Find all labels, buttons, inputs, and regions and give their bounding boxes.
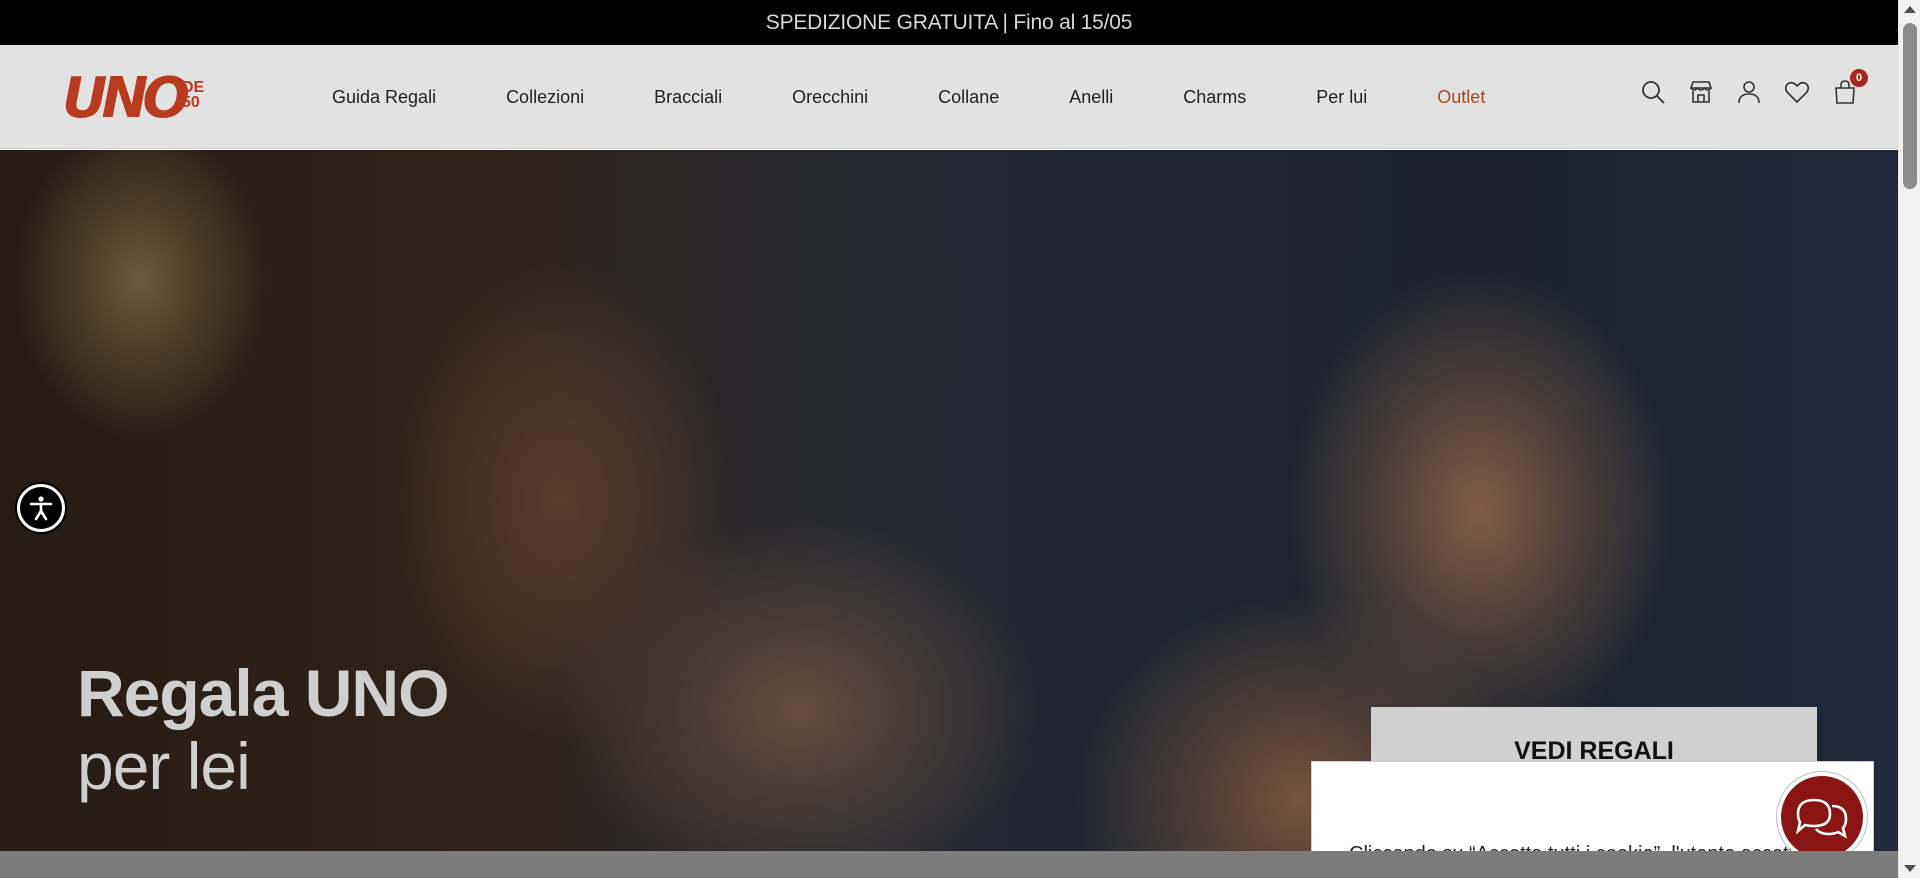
accessibility-icon bbox=[20, 487, 62, 529]
main-nav: Guida Regali Collezioni Bracciali Orecch… bbox=[332, 45, 1485, 149]
nav-item-collane[interactable]: Collane bbox=[938, 87, 999, 108]
site-header: UNO DE 50 Guida Regali Collezioni Bracci… bbox=[0, 45, 1898, 149]
store-icon[interactable] bbox=[1686, 77, 1716, 107]
nav-item-guida-regali[interactable]: Guida Regali bbox=[332, 87, 436, 108]
nav-item-collezioni[interactable]: Collezioni bbox=[506, 87, 584, 108]
hero-title: Regala UNO bbox=[77, 656, 449, 730]
hero-subtitle: per lei bbox=[77, 729, 251, 803]
announcement-text: SPEDIZIONE GRATUITA | Fino al 15/05 bbox=[765, 10, 1133, 34]
logo-wordmark: UNO bbox=[62, 66, 190, 131]
cart-bag-icon[interactable]: 0 bbox=[1830, 69, 1868, 107]
nav-item-orecchini[interactable]: Orecchini bbox=[792, 87, 868, 108]
nav-item-bracciali[interactable]: Bracciali bbox=[654, 87, 722, 108]
announcement-bar: SPEDIZIONE GRATUITA | Fino al 15/05 bbox=[0, 0, 1898, 45]
brand-logo[interactable]: UNO DE 50 bbox=[62, 66, 212, 131]
nav-item-charms[interactable]: Charms bbox=[1183, 87, 1246, 108]
accessibility-button[interactable] bbox=[15, 482, 67, 534]
hero-banner[interactable]: Regala UNO per lei VEDI REGALI bbox=[0, 150, 1898, 851]
search-icon[interactable] bbox=[1638, 77, 1668, 107]
nav-item-outlet[interactable]: Outlet bbox=[1437, 87, 1485, 108]
header-icons: 0 bbox=[1620, 69, 1868, 107]
chat-button[interactable] bbox=[1777, 772, 1867, 862]
account-icon[interactable] bbox=[1734, 77, 1764, 107]
chat-bubbles-icon bbox=[1795, 798, 1848, 839]
section-divider bbox=[0, 851, 1898, 878]
vertical-scrollbar[interactable] bbox=[1898, 0, 1920, 878]
nav-item-per-lui[interactable]: Per lui bbox=[1316, 87, 1367, 108]
nav-item-anelli[interactable]: Anelli bbox=[1069, 87, 1113, 108]
wishlist-heart-icon[interactable] bbox=[1782, 77, 1812, 107]
scroll-up-arrow-icon[interactable] bbox=[1904, 6, 1916, 13]
scroll-down-arrow-icon[interactable] bbox=[1904, 865, 1916, 872]
logo-subtext: DE 50 bbox=[182, 79, 205, 111]
cart-count-badge: 0 bbox=[1850, 69, 1868, 87]
scroll-thumb[interactable] bbox=[1903, 23, 1917, 189]
